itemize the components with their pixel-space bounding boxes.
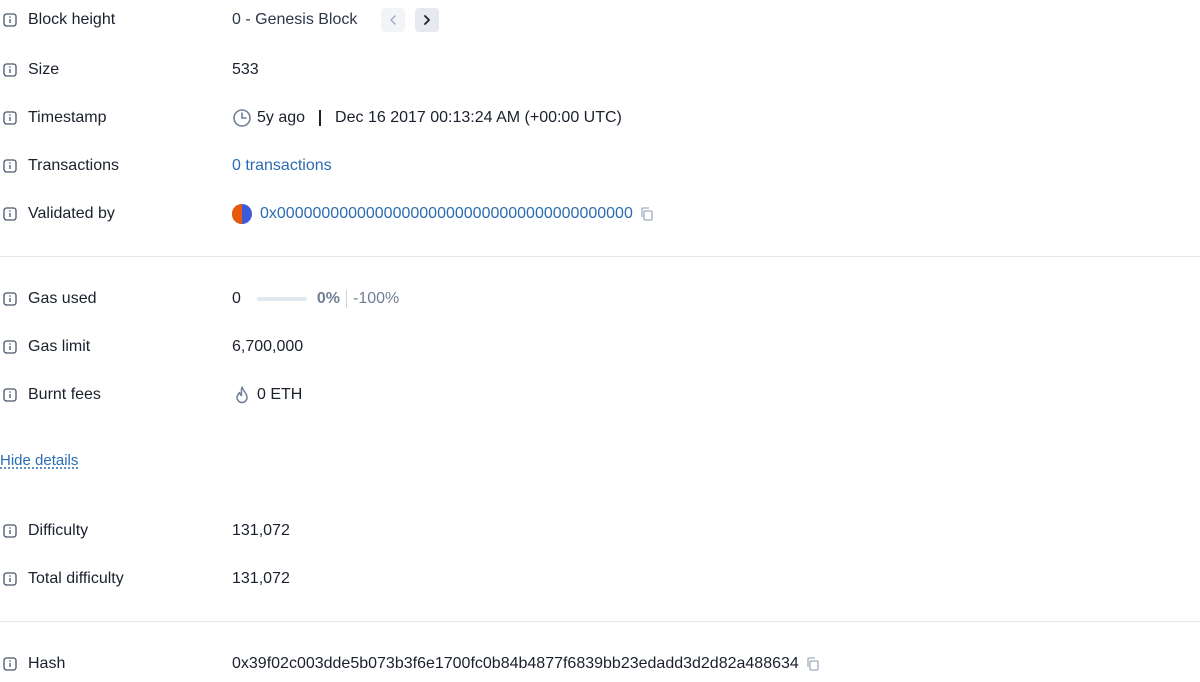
chevron-left-icon (387, 14, 399, 26)
block-height-value: 0 - Genesis Block (232, 11, 358, 28)
hash-row: Hash 0x39f02c003dde5b073b3f6e1700fc0b84b… (0, 652, 1200, 676)
timestamp-date: Dec 16 2017 00:13:24 AM (+00:00 UTC) (335, 109, 622, 126)
burnt-fees-label: Burnt fees (28, 386, 101, 403)
info-icon[interactable] (2, 291, 18, 307)
info-icon[interactable] (2, 656, 18, 672)
gas-separator (346, 290, 348, 308)
block-height-label: Block height (28, 11, 116, 28)
info-icon[interactable] (2, 110, 18, 126)
info-icon[interactable] (2, 339, 18, 355)
validated-by-row: Validated by 0x0000000000000000000000000… (0, 202, 1200, 226)
validator-address-link[interactable]: 0x00000000000000000000000000000000000000… (260, 205, 633, 223)
info-icon[interactable] (2, 523, 18, 539)
copy-icon[interactable] (639, 206, 655, 222)
copy-icon[interactable] (805, 656, 821, 672)
hash-value: 0x39f02c003dde5b073b3f6e1700fc0b84b4877f… (232, 655, 799, 672)
timestamp-label: Timestamp (28, 109, 107, 126)
gas-used-progress-bar (256, 297, 307, 301)
gas-used-value: 0 (232, 290, 241, 307)
timestamp-separator (319, 110, 322, 126)
block-height-row: Block height 0 - Genesis Block (0, 8, 1200, 32)
info-icon[interactable] (2, 158, 18, 174)
gas-used-row: Gas used 0 0% -100% (0, 287, 1200, 311)
section-divider (0, 621, 1200, 622)
info-icon[interactable] (2, 206, 18, 222)
difficulty-value: 131,072 (232, 522, 290, 539)
size-value: 533 (232, 61, 259, 78)
size-row: Size 533 (0, 58, 1200, 82)
total-difficulty-row: Total difficulty 131,072 (0, 567, 1200, 591)
validator-avatar (232, 204, 252, 224)
info-icon[interactable] (2, 62, 18, 78)
burnt-fees-value: 0 ETH (257, 386, 303, 403)
section-divider (0, 256, 1200, 257)
difficulty-row: Difficulty 131,072 (0, 519, 1200, 543)
info-icon[interactable] (2, 571, 18, 587)
hide-details-link[interactable]: Hide details (0, 452, 78, 469)
validated-by-label: Validated by (28, 205, 115, 222)
transactions-row: Transactions 0 transactions (0, 154, 1200, 178)
gas-target-percent: -100% (353, 290, 400, 307)
gas-limit-row: Gas limit 6,700,000 (0, 335, 1200, 359)
next-block-button[interactable] (415, 8, 440, 32)
info-icon[interactable] (2, 12, 18, 28)
total-difficulty-label: Total difficulty (28, 570, 124, 587)
transactions-link[interactable]: 0 transactions (232, 157, 332, 175)
size-label: Size (28, 61, 60, 78)
gas-limit-label: Gas limit (28, 338, 91, 355)
timestamp-row: Timestamp 5y ago Dec 16 2017 00:13:24 AM… (0, 106, 1200, 130)
gas-used-label: Gas used (28, 290, 97, 307)
gas-limit-value: 6,700,000 (232, 338, 304, 355)
chevron-right-icon (421, 14, 433, 26)
hash-label: Hash (28, 655, 66, 672)
block-height-value-group: 0 - Genesis Block (232, 8, 440, 32)
difficulty-label: Difficulty (28, 522, 89, 539)
clock-icon (232, 108, 252, 128)
timestamp-ago: 5y ago (257, 109, 306, 126)
gas-used-percent: 0% (316, 290, 341, 307)
info-icon[interactable] (2, 387, 18, 403)
prev-block-button[interactable] (381, 8, 406, 32)
burnt-fees-row: Burnt fees 0 ETH (0, 383, 1200, 407)
total-difficulty-value: 131,072 (232, 570, 290, 587)
transactions-label: Transactions (28, 157, 119, 174)
flame-icon (232, 385, 252, 405)
